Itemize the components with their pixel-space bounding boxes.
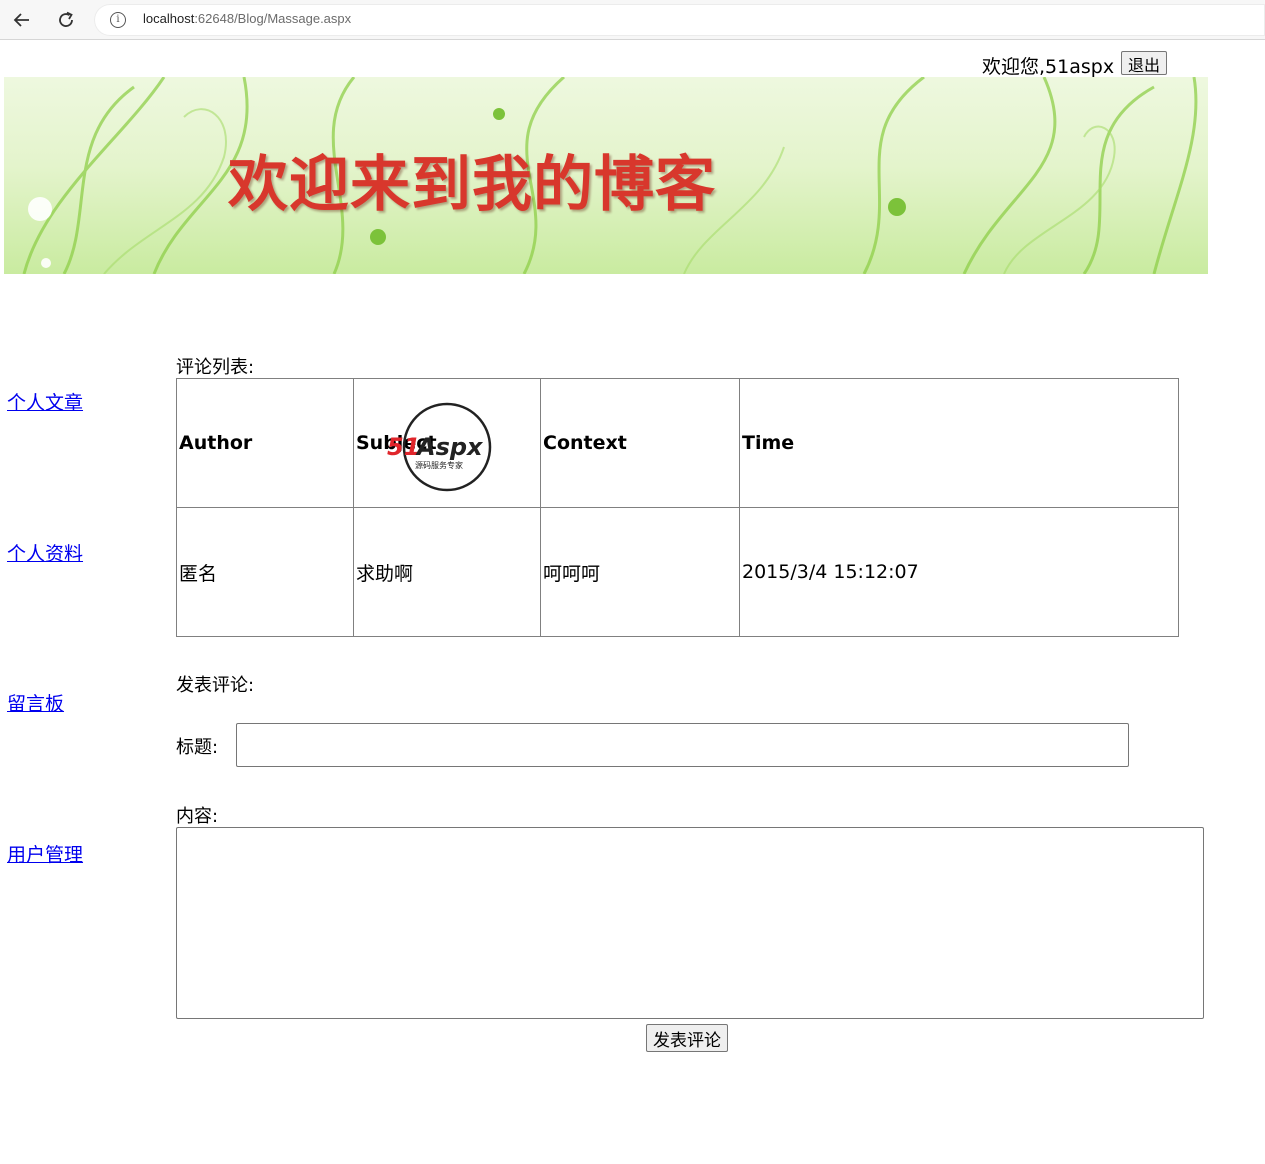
content-field-label: 内容: bbox=[176, 806, 219, 827]
browser-toolbar: i localhost:62648/Blog/Massage.aspx bbox=[0, 0, 1265, 40]
url-host: localhost bbox=[143, 11, 195, 26]
sidebar-item-articles[interactable]: 个人文章 bbox=[7, 388, 83, 415]
column-header-context: Context bbox=[540, 378, 740, 508]
sidebar-item-profile[interactable]: 个人资料 bbox=[7, 539, 83, 566]
banner-title: 欢迎来到我的博客 bbox=[228, 150, 716, 220]
table-header-row: Author Subject Context Time bbox=[176, 378, 1179, 508]
blog-banner: 欢迎来到我的博客 bbox=[4, 77, 1208, 274]
51aspx-watermark-logo: 51 Aspx 源码服务专家 bbox=[387, 402, 492, 492]
cell-context: 呵呵呵 bbox=[540, 507, 740, 637]
title-field-label: 标题: bbox=[176, 737, 219, 758]
svg-text:51: 51 bbox=[387, 433, 420, 461]
content-textarea[interactable] bbox=[176, 827, 1204, 1019]
title-input[interactable] bbox=[236, 723, 1129, 767]
back-button[interactable] bbox=[8, 6, 36, 34]
svg-text:Aspx: Aspx bbox=[415, 433, 484, 461]
post-comment-section-label: 发表评论: bbox=[176, 675, 255, 696]
table-row: 匿名 求助啊 呵呵呵 2015/3/4 15:12:07 bbox=[176, 507, 1179, 637]
reload-icon bbox=[59, 11, 73, 27]
back-arrow-icon bbox=[13, 13, 29, 27]
sidebar-item-message-board[interactable]: 留言板 bbox=[7, 689, 64, 716]
svg-text:源码服务专家: 源码服务专家 bbox=[415, 460, 463, 470]
logout-button[interactable]: 退出 bbox=[1121, 51, 1168, 75]
address-bar[interactable]: i localhost:62648/Blog/Massage.aspx bbox=[94, 4, 1265, 36]
sidebar-item-user-management[interactable]: 用户管理 bbox=[7, 840, 83, 867]
comments-table: Author Subject Context Time 匿名 求助啊 呵呵呵 2… bbox=[176, 378, 1179, 637]
submit-comment-button[interactable]: 发表评论 bbox=[646, 1024, 728, 1052]
cell-subject: 求助啊 bbox=[353, 507, 541, 637]
column-header-author: Author bbox=[176, 378, 354, 508]
cell-time: 2015/3/4 15:12:07 bbox=[739, 507, 1179, 637]
url-path: :62648/Blog/Massage.aspx bbox=[194, 11, 352, 26]
column-header-time: Time bbox=[739, 378, 1179, 508]
welcome-text: 欢迎您,51aspx bbox=[982, 56, 1115, 78]
cell-author: 匿名 bbox=[176, 507, 354, 637]
url-text: localhost:62648/Blog/Massage.aspx bbox=[143, 11, 351, 26]
site-info-icon[interactable]: i bbox=[110, 12, 126, 28]
comments-section-label: 评论列表: bbox=[176, 357, 255, 378]
reload-button[interactable] bbox=[52, 6, 80, 34]
